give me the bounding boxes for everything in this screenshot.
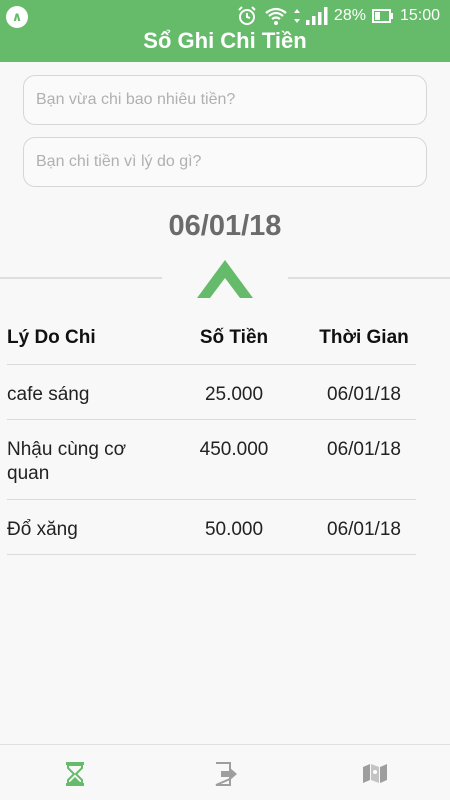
signal-icon: [305, 7, 328, 25]
row-amount: 50.000: [204, 519, 264, 540]
row-time: 06/01/18: [327, 439, 401, 460]
battery-percent: 28%: [333, 7, 366, 24]
alarm-icon: [238, 6, 256, 25]
bottom-nav: [0, 744, 450, 800]
app-bar: ∧ 28% 15:00 Sổ Ghi Chi Tiền: [0, 0, 450, 62]
status-icons: 28% 15:00: [236, 4, 440, 28]
header-amount: Số Tiền: [199, 327, 269, 348]
hourglass-icon[interactable]: [62, 761, 88, 787]
chevron-up-icon[interactable]: [197, 260, 253, 298]
header-time: Thời Gian: [319, 327, 409, 348]
row-amount: 450.000: [199, 439, 269, 460]
divider-right: [288, 277, 450, 279]
table-row[interactable]: Đổ xăng 50.000 06/01/18: [7, 500, 416, 555]
row-reason: cafe sáng: [7, 384, 90, 405]
battery-icon: [371, 9, 393, 23]
table-header-row: Lý Do Chi Số Tiền Thời Gian: [7, 310, 416, 365]
exit-icon[interactable]: [213, 761, 239, 787]
table-row[interactable]: Nhậu cùng cơ quan 450.000 06/01/18: [7, 420, 416, 500]
date-display: 06/01/18: [168, 210, 282, 242]
row-time: 06/01/18: [327, 384, 401, 405]
amount-input[interactable]: [23, 75, 427, 125]
a-icon: ∧: [6, 6, 28, 28]
page-title: Sổ Ghi Chi Tiền: [143, 28, 307, 53]
row-reason: Đổ xăng: [7, 519, 78, 540]
row-reason: Nhậu cùng cơ quan: [7, 439, 127, 484]
table-row[interactable]: cafe sáng 25.000 06/01/18: [7, 365, 416, 420]
data-arrows-icon: [293, 9, 300, 23]
row-time: 06/01/18: [327, 519, 401, 540]
header-reason: Lý Do Chi: [7, 327, 96, 348]
row-amount: 25.000: [204, 384, 264, 405]
divider-left: [0, 277, 162, 279]
expense-table: Lý Do Chi Số Tiền Thời Gian cafe sáng 25…: [7, 310, 416, 555]
reason-input[interactable]: [23, 137, 427, 187]
map-icon[interactable]: [362, 761, 388, 787]
clock: 15:00: [399, 7, 440, 24]
wifi-icon: [265, 7, 287, 25]
